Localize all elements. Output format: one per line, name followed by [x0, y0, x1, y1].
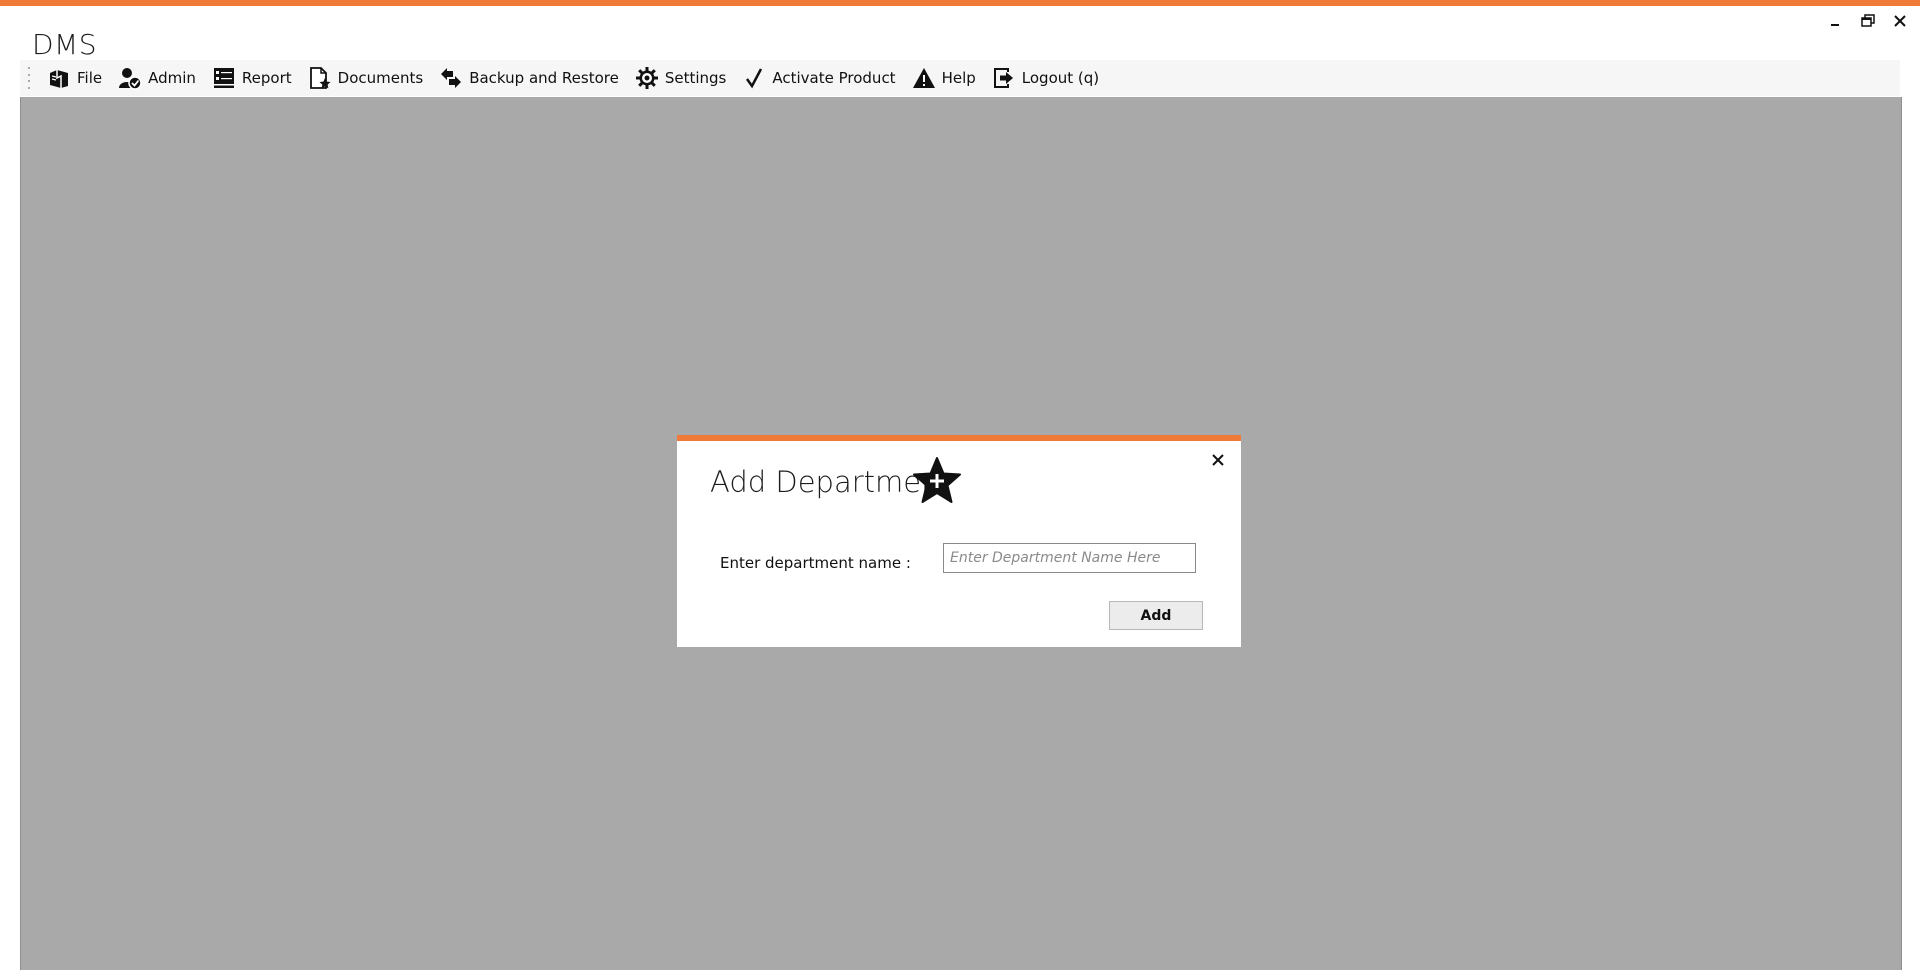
menu-item-label: Help [941, 69, 976, 87]
menu-item-label: Logout (q) [1021, 69, 1100, 87]
menu-item-settings[interactable]: Settings [630, 62, 736, 94]
menu-item-help[interactable]: Help [907, 62, 985, 94]
restore-icon [1861, 14, 1875, 27]
menu-item-label: Backup and Restore [469, 69, 619, 87]
report-icon [211, 65, 237, 91]
document-star-icon [307, 65, 333, 91]
menu-item-logout[interactable]: Logout (q) [987, 62, 1108, 94]
toolbar-grip[interactable] [28, 67, 34, 89]
menu-item-documents[interactable]: Documents [303, 62, 433, 94]
menu-bar: File Admin Report Documents Backup and R… [20, 60, 1900, 96]
department-name-input[interactable] [943, 543, 1196, 573]
close-icon [1212, 454, 1224, 466]
menu-item-label: Admin [148, 69, 196, 87]
menu-item-report[interactable]: Report [207, 62, 301, 94]
star-plus-icon [913, 457, 961, 503]
logout-icon [991, 65, 1017, 91]
dialog-close-button[interactable] [1207, 449, 1229, 471]
menu-item-label: File [77, 69, 103, 87]
backup-restore-icon [438, 65, 464, 91]
close-button[interactable] [1890, 11, 1910, 31]
menu-item-activate-product[interactable]: Activate Product [737, 62, 904, 94]
gear-icon [634, 65, 660, 91]
window-controls [1826, 10, 1910, 32]
department-name-label: Enter department name : [720, 554, 911, 572]
menu-item-backup-and-restore[interactable]: Backup and Restore [434, 62, 628, 94]
admin-user-icon [117, 65, 143, 91]
menu-item-file[interactable]: File [42, 62, 111, 94]
menu-item-label: Settings [664, 69, 727, 87]
add-department-dialog: Add Departmen Enter department name : Ad… [677, 435, 1241, 647]
app-title: DMS [32, 28, 97, 61]
menu-item-label: Documents [337, 69, 424, 87]
menu-item-label: Activate Product [772, 69, 896, 87]
menu-item-label: Report [241, 69, 292, 87]
menu-item-admin[interactable]: Admin [113, 62, 205, 94]
file-icon [46, 65, 72, 91]
warning-icon [911, 65, 937, 91]
minimize-button[interactable] [1826, 11, 1846, 31]
close-icon [1894, 15, 1906, 27]
restore-button[interactable] [1858, 11, 1878, 31]
check-icon [741, 65, 767, 91]
minimize-icon [1831, 24, 1839, 26]
dialog-title: Add Departmen [710, 465, 940, 499]
add-button[interactable]: Add [1109, 601, 1203, 630]
top-accent-bar [0, 0, 1920, 6]
